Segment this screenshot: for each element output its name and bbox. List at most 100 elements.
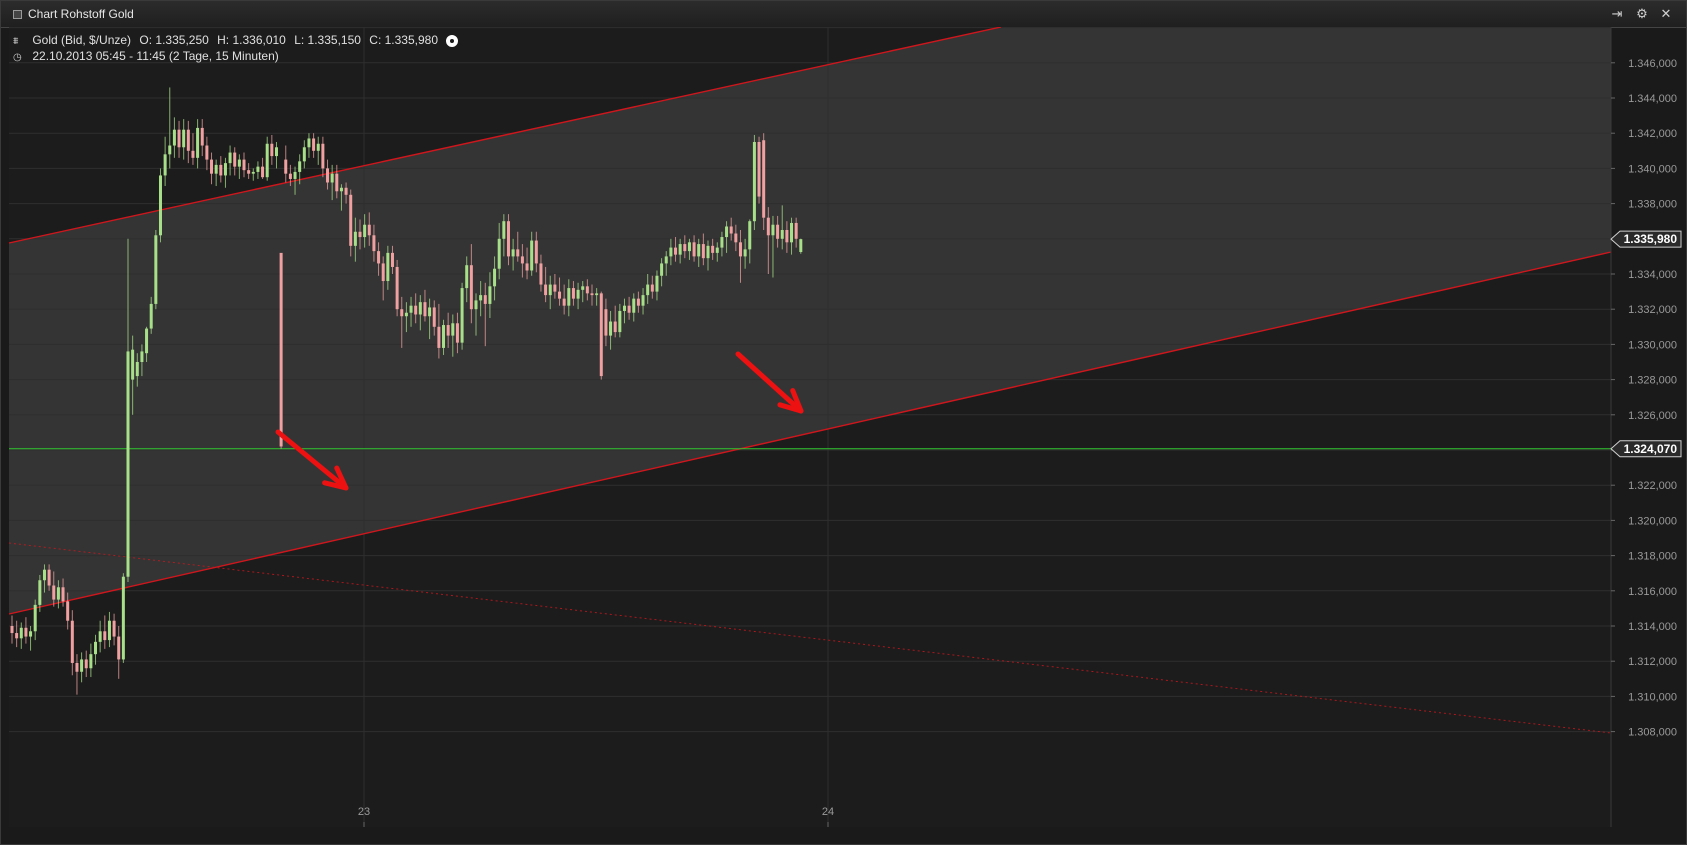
candle-body	[622, 305, 626, 311]
candle-body	[200, 127, 204, 146]
candle-body	[274, 147, 278, 157]
candle-body	[660, 263, 664, 276]
instrument-name: Gold (Bid, $/Unze)	[32, 33, 132, 47]
candle-body	[516, 249, 520, 257]
y-tick-label: 1.320,000	[1628, 515, 1677, 527]
candle-body	[706, 245, 710, 259]
candle-body	[321, 143, 325, 169]
candle-body	[168, 145, 172, 155]
candle-body	[10, 626, 14, 634]
candle-body	[525, 263, 529, 271]
candle-body	[47, 569, 51, 586]
candle	[599, 291, 603, 380]
candle-body	[372, 235, 376, 252]
candle-body	[326, 168, 330, 183]
candle-body	[377, 251, 381, 264]
candle-body	[511, 249, 515, 257]
chart-window: Chart Rohstoff Gold ⇥ ⚙ ✕ ⩩ Gold (Bid, $…	[0, 0, 1687, 845]
candle-body	[335, 173, 339, 192]
candle-body	[780, 230, 784, 239]
candle-body	[437, 326, 441, 348]
candle-body	[210, 159, 214, 174]
candle-body	[469, 265, 473, 310]
candle-body	[400, 309, 404, 317]
candle-body	[674, 247, 678, 255]
candle-body	[298, 161, 302, 172]
candle-body	[506, 221, 510, 257]
candle-body	[585, 286, 589, 294]
candle-body	[121, 576, 125, 660]
candle-body	[191, 150, 195, 158]
y-tick-label: 1.326,000	[1628, 410, 1677, 422]
candle-body	[460, 288, 464, 343]
candle-body	[395, 266, 399, 310]
candle-body	[451, 323, 455, 336]
candle-body	[493, 268, 497, 287]
candle-body	[182, 129, 186, 148]
candle-body	[544, 284, 548, 296]
candle-body	[149, 303, 153, 329]
range-line: ◷ 22.10.2013 05:45 - 11:45 (2 Tage, 15 M…	[13, 48, 463, 64]
high-value: H: 1.336,010	[217, 33, 286, 47]
detach-icon[interactable]: ⇥	[1609, 6, 1625, 22]
close-icon[interactable]: ✕	[1658, 6, 1674, 22]
last-price-tag: 1.335,980	[1610, 230, 1682, 248]
candle-body	[711, 245, 715, 253]
candle	[121, 573, 125, 663]
candle-body	[251, 171, 255, 174]
y-tick-label: 1.338,000	[1628, 199, 1677, 211]
candle-body	[641, 295, 645, 306]
candle-body	[135, 362, 139, 377]
price-tag-label: 1.335,980	[1624, 232, 1678, 246]
candle-body	[465, 265, 469, 289]
candle-body	[729, 226, 733, 234]
low-value: L: 1.335,150	[294, 33, 361, 47]
candle-body	[367, 224, 371, 236]
candle-body	[131, 349, 135, 380]
candle-body	[539, 263, 543, 285]
y-tick-label: 1.342,000	[1628, 128, 1677, 140]
candle	[762, 133, 766, 230]
candle-body	[799, 239, 803, 252]
candle-body	[483, 295, 487, 304]
candle-body	[530, 240, 534, 271]
candle-body	[94, 641, 98, 655]
candle-body	[734, 233, 738, 243]
y-tick-label: 1.328,000	[1628, 375, 1677, 387]
candle-body	[414, 305, 418, 315]
candle-body	[363, 224, 367, 238]
candle-body	[479, 295, 483, 301]
y-tick-label: 1.330,000	[1628, 339, 1677, 351]
y-tick-label: 1.316,000	[1628, 586, 1677, 598]
candle-body	[56, 587, 60, 600]
candle-body	[163, 154, 167, 176]
chart-info-panel: ⩩ Gold (Bid, $/Unze) O: 1.335,250 H: 1.3…	[13, 32, 463, 64]
candle-body	[214, 164, 218, 174]
candle	[154, 230, 158, 310]
candlestick-chart[interactable]: 1.308,000 1.310,000 1.312,000 1.314,000 1.31…	[1, 27, 1686, 845]
candle-body	[692, 242, 696, 257]
candle-body	[307, 138, 311, 148]
settings-icon[interactable]: ⚙	[1634, 6, 1650, 22]
candle-body	[595, 293, 599, 296]
candle-body	[219, 164, 223, 176]
candle-body	[553, 284, 557, 292]
candle-body	[562, 298, 566, 306]
candle-body	[776, 224, 780, 239]
candle-body	[794, 222, 798, 239]
candle-body	[247, 170, 251, 174]
candle-body	[288, 173, 292, 179]
candle-body	[177, 129, 181, 148]
candle-body	[646, 284, 650, 296]
chart-settings-icon[interactable]	[446, 34, 459, 47]
candle-body	[669, 247, 673, 257]
candle-body	[738, 242, 742, 257]
candle-body	[701, 244, 705, 259]
candle-body	[720, 237, 724, 248]
y-axis: 1.308,000 1.310,000 1.312,000 1.314,000 1.31…	[1610, 27, 1677, 827]
candle-body	[223, 163, 227, 176]
y-tick-label: 1.308,000	[1628, 727, 1677, 739]
candle	[279, 252, 283, 449]
candle-body	[785, 230, 789, 243]
candle-body	[604, 309, 608, 336]
